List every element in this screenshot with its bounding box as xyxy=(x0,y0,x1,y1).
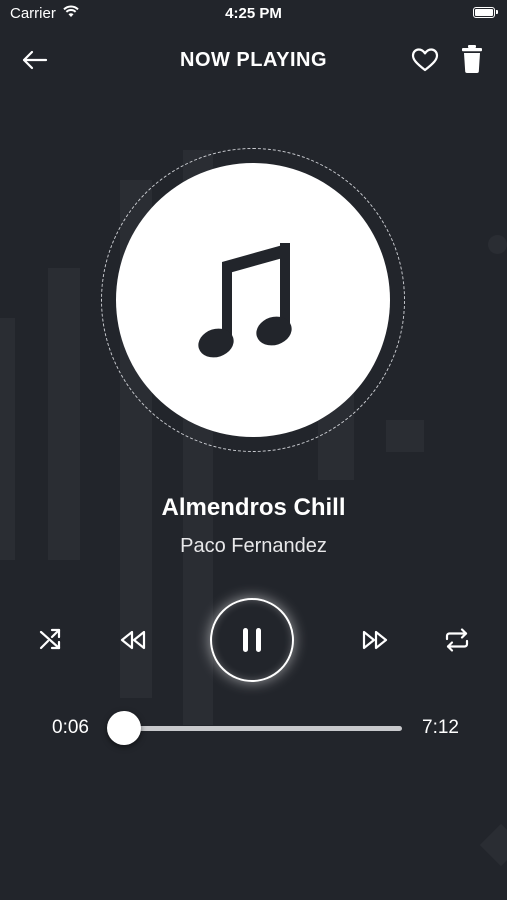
shuffle-button[interactable] xyxy=(37,626,65,654)
pause-button[interactable] xyxy=(210,598,294,682)
elapsed-time: 0:06 xyxy=(52,717,89,738)
pause-icon xyxy=(243,628,261,652)
track-title: Almendros Chill xyxy=(161,494,346,521)
decor-bar xyxy=(0,318,15,560)
decor-bar xyxy=(479,823,507,867)
delete-button[interactable] xyxy=(459,44,485,74)
progress-thumb[interactable] xyxy=(107,711,141,745)
status-time: 4:25 PM xyxy=(225,5,282,22)
fast-forward-icon xyxy=(362,630,388,650)
decor-bar xyxy=(386,420,424,452)
status-bar: Carrier 4:25 PM xyxy=(0,0,507,28)
repeat-icon xyxy=(445,628,469,652)
rewind-icon xyxy=(120,630,146,650)
rewind-button[interactable] xyxy=(118,626,148,654)
fast-forward-button[interactable] xyxy=(360,626,390,654)
music-note-icon xyxy=(198,243,292,358)
favorite-button[interactable] xyxy=(410,46,440,74)
header-bar: NOW PLAYING xyxy=(0,40,507,80)
trash-icon xyxy=(462,45,482,73)
progress-slider[interactable] xyxy=(116,726,402,731)
total-duration: 7:12 xyxy=(422,717,459,738)
track-artist: Paco Fernandez xyxy=(180,535,327,557)
decor-bar xyxy=(488,235,507,254)
repeat-button[interactable] xyxy=(442,626,472,654)
battery-icon xyxy=(473,7,498,18)
shuffle-icon xyxy=(39,628,61,650)
heart-outline-icon xyxy=(411,48,439,72)
